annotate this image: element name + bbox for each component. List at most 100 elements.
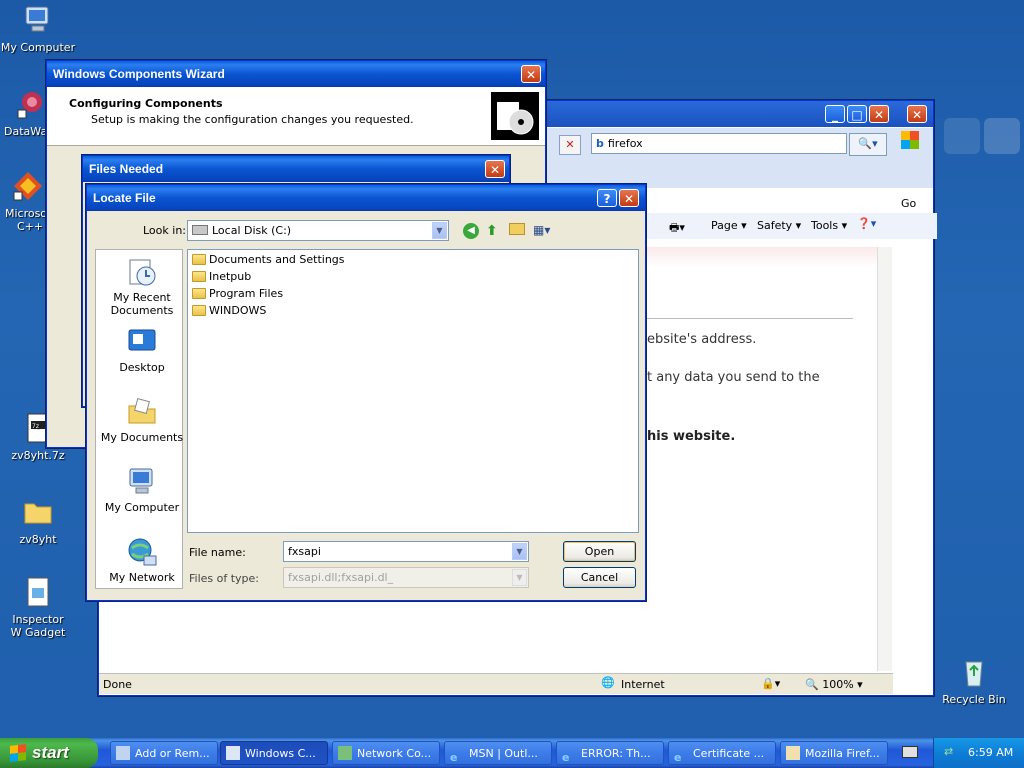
ie-content-line-1: ebsite's address.	[647, 332, 757, 347]
cancel-button[interactable]: Cancel	[563, 567, 636, 588]
desktop-decoration	[944, 118, 980, 154]
chevron-down-icon[interactable]: ▼	[432, 222, 447, 239]
system-tray: ⇄ 6:59 AM	[933, 738, 1024, 768]
places-my-recent-documents[interactable]: My Recent Documents	[96, 256, 188, 317]
taskbar-item[interactable]: e MSN | Outl...	[444, 741, 552, 765]
minimize-button[interactable]: _	[825, 105, 845, 123]
taskbar-item[interactable]: Mozilla Firef...	[780, 741, 888, 765]
help-button[interactable]: ?	[597, 189, 617, 207]
up-folder-icon[interactable]: ⬆	[486, 223, 498, 239]
back-icon[interactable]: ◀	[463, 223, 479, 239]
network-tray-icon[interactable]: ⇄	[944, 745, 953, 758]
desktop-icon-my-computer[interactable]: My Computer	[0, 4, 76, 54]
places-bar: My Recent Documents Desktop My Documents…	[95, 249, 183, 589]
places-my-computer[interactable]: My Computer	[96, 466, 188, 514]
close-button-outer[interactable]: ✕	[907, 105, 927, 123]
drive-icon	[192, 225, 208, 235]
desktop-icon-recycle-bin[interactable]: Recycle Bin	[936, 656, 1012, 706]
list-item[interactable]: WINDOWS	[192, 302, 266, 319]
look-in-value: Local Disk (C:)	[212, 224, 292, 237]
folder-icon	[192, 254, 206, 265]
svg-text:7z: 7z	[32, 423, 39, 430]
zoom-control[interactable]: 🔍 100% ▾	[805, 678, 863, 691]
folder-icon	[192, 288, 206, 299]
files-needed-title: Files Needed	[89, 162, 164, 176]
files-needed-close-button[interactable]: ✕	[485, 160, 505, 178]
places-my-network[interactable]: My Network	[96, 536, 188, 584]
desktop-icon-label: My Computer	[0, 41, 76, 54]
search-engine-icon: b	[596, 137, 604, 150]
files-of-type-combo: fxsapi.dll;fxsapi.dl_ ▼	[283, 567, 529, 588]
taskbar-item-active[interactable]: Windows C...	[220, 741, 328, 765]
list-item[interactable]: Program Files	[192, 285, 283, 302]
tools-menu[interactable]: Tools ▾	[811, 219, 847, 232]
protected-mode-icon[interactable]: 🔒▾	[761, 677, 780, 690]
search-input[interactable]: b firefox	[591, 133, 847, 154]
folder-icon	[192, 305, 206, 316]
file-list[interactable]: Documents and Settings Inetpub Program F…	[187, 249, 639, 533]
taskbar-item[interactable]: Add or Rem...	[110, 741, 218, 765]
safety-menu[interactable]: Safety ▾	[757, 219, 801, 232]
go-button[interactable]: Go	[901, 197, 916, 210]
ie-scrollbar[interactable]	[877, 247, 892, 671]
start-button[interactable]: start	[0, 738, 98, 768]
files-of-type-value: fxsapi.dll;fxsapi.dl_	[288, 571, 394, 584]
desktop-icon-inspector-gadget[interactable]: Inspector W Gadget	[0, 576, 76, 639]
folder-icon	[192, 271, 206, 282]
document-icon	[27, 577, 49, 607]
desktop-icon-label: zv8yht	[19, 533, 57, 546]
keyboard-icon[interactable]	[902, 746, 918, 758]
clock: 6:59 AM	[968, 746, 1014, 759]
close-button[interactable]: ✕	[869, 105, 889, 123]
print-icon[interactable]: 🖶▾	[669, 219, 685, 238]
wizard-icon	[226, 746, 240, 760]
stop-icon[interactable]: ✕	[559, 135, 581, 155]
list-item[interactable]: Documents and Settings	[192, 251, 345, 268]
places-label: My Computer	[104, 501, 180, 514]
wizard-header: Configuring Components Setup is making t…	[47, 87, 545, 146]
desktop-icon-label: Recycle Bin	[942, 693, 1006, 706]
help-icon[interactable]: ❓▾	[857, 217, 876, 230]
view-menu-icon[interactable]: ▦▾	[533, 223, 550, 237]
folder-icon	[24, 503, 52, 524]
look-in-combo[interactable]: Local Disk (C:) ▼	[187, 220, 449, 241]
maximize-button[interactable]: □	[847, 105, 867, 123]
places-label: My Recent Documents	[110, 291, 174, 317]
chevron-down-icon: ▼	[512, 569, 527, 586]
chevron-down-icon[interactable]: ▼	[512, 543, 527, 560]
ie-content-line-3: his website.	[647, 429, 736, 444]
visual-cpp-icon	[13, 172, 42, 201]
taskbar-item[interactable]: e ERROR: Th...	[556, 741, 664, 765]
search-value: firefox	[607, 137, 643, 150]
ie-icon: e	[450, 751, 458, 764]
file-name-input[interactable]: fxsapi ▼	[283, 541, 529, 562]
wizard-title: Windows Components Wizard	[53, 67, 225, 81]
places-my-documents[interactable]: My Documents	[96, 396, 188, 444]
control-panel-icon	[116, 746, 130, 760]
my-computer-icon	[129, 468, 153, 494]
list-item[interactable]: Inetpub	[192, 268, 251, 285]
new-folder-icon[interactable]	[509, 223, 525, 235]
wizard-close-button[interactable]: ✕	[521, 65, 541, 83]
windows-flag-icon	[10, 744, 26, 762]
places-desktop[interactable]: Desktop	[96, 326, 188, 374]
wizard-heading: Configuring Components	[69, 97, 223, 110]
taskbar-item[interactable]: Network Co...	[332, 741, 440, 765]
locate-file-dialog: Locate File ? ✕ Look in: Local Disk (C:)…	[86, 184, 646, 601]
ie-icon: e	[674, 751, 682, 764]
my-documents-icon	[128, 398, 156, 424]
ie-icon: e	[562, 751, 570, 764]
locate-file-close-button[interactable]: ✕	[619, 189, 639, 207]
network-icon	[338, 746, 352, 760]
open-button[interactable]: Open	[563, 541, 636, 562]
setup-disc-icon	[491, 92, 539, 140]
my-computer-icon	[25, 6, 49, 32]
page-menu[interactable]: Page ▾	[711, 219, 747, 232]
search-button[interactable]: 🔍▾	[849, 133, 887, 156]
taskbar-item[interactable]: e Certificate ...	[668, 741, 776, 765]
desktop-icon-zv8yht-folder[interactable]: zv8yht	[0, 496, 76, 546]
desktop-decoration	[984, 118, 1020, 154]
places-label: My Network	[109, 571, 175, 584]
files-of-type-label: Files of type:	[189, 572, 260, 585]
locate-file-titlebar: Locate File	[87, 185, 645, 211]
